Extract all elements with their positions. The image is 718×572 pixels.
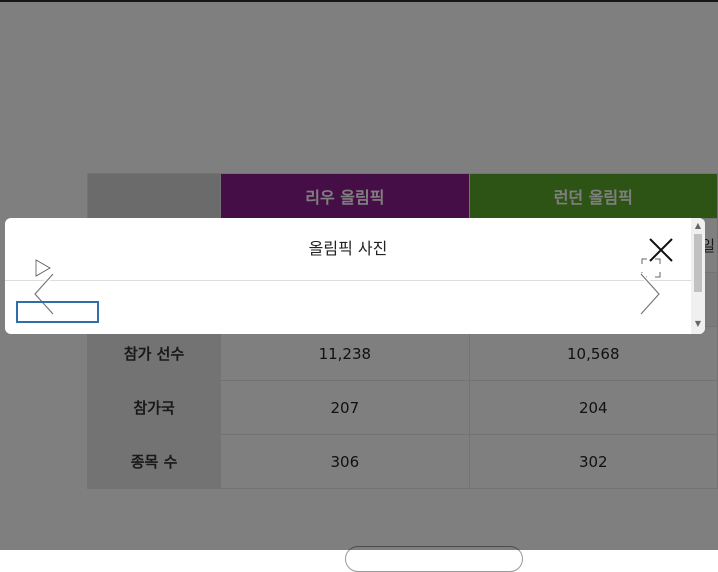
focused-thumbnail[interactable]	[16, 301, 99, 323]
scroll-down-arrow[interactable]: ▼	[691, 318, 705, 330]
chevron-right-icon	[639, 272, 662, 316]
modal-title: 올림픽 사진	[308, 239, 388, 258]
modal-header: 올림픽 사진	[5, 218, 691, 281]
next-photo-button[interactable]	[635, 270, 665, 318]
scroll-thumb[interactable]	[694, 234, 702, 292]
scroll-up-arrow[interactable]: ▲	[691, 220, 705, 232]
photo-modal: 올림픽 사진 ▲ ▼	[5, 218, 705, 334]
modal-scrollbar[interactable]: ▲ ▼	[691, 218, 705, 334]
